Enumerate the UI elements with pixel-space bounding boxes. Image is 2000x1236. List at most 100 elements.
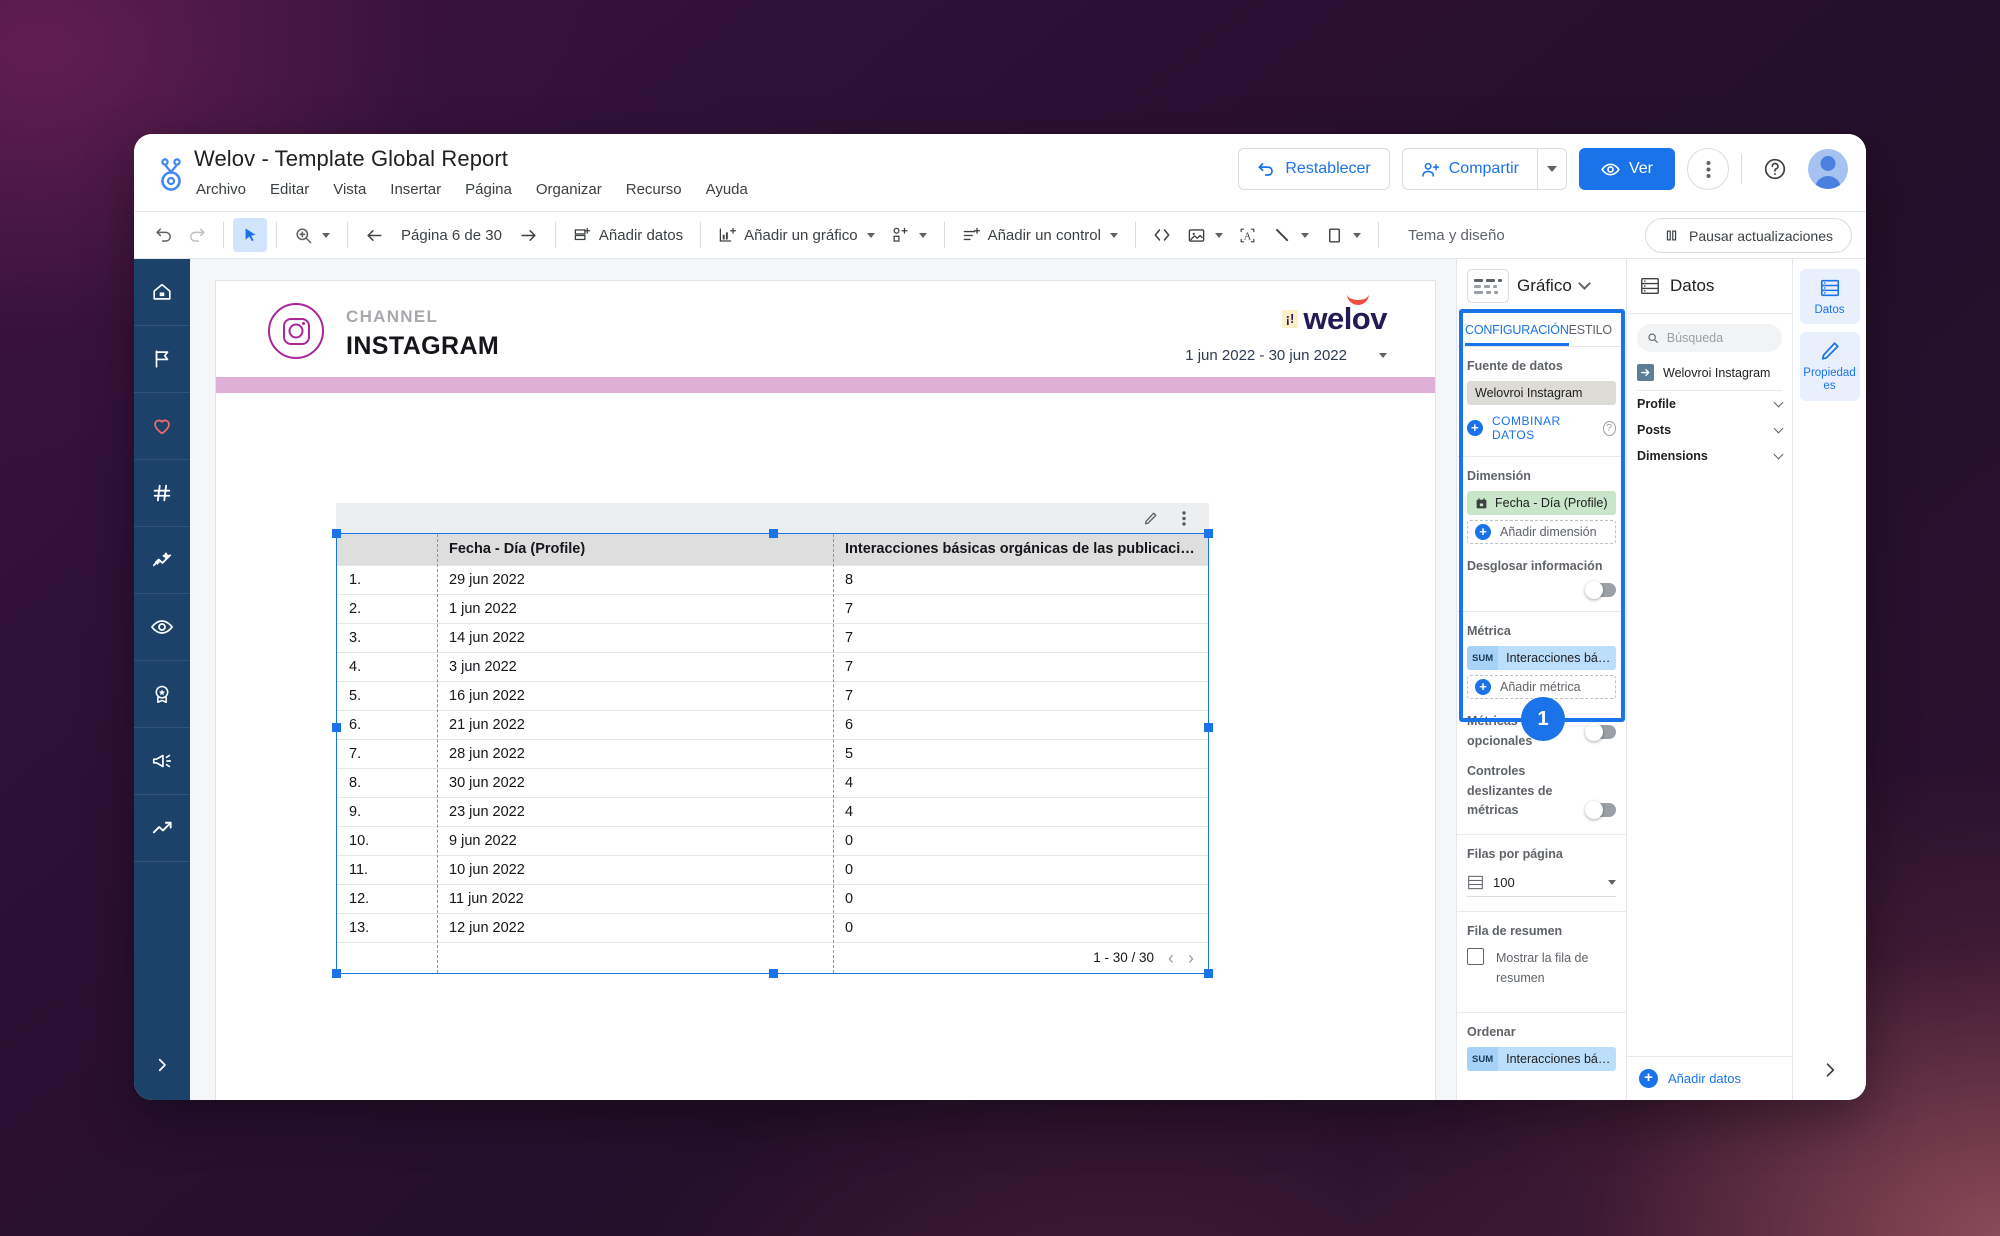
menu-item-pagina[interactable]: Página [463, 180, 514, 199]
document-title[interactable]: Welov - Template Global Report [194, 146, 508, 172]
blend-data-button[interactable]: + COMBINAR DATOS ? [1467, 414, 1616, 442]
avatar[interactable] [1808, 149, 1848, 189]
column-header-index[interactable] [337, 534, 437, 566]
table-row[interactable]: 5. 16 jun 2022 7 [337, 681, 1208, 711]
add-component-button[interactable] [883, 218, 935, 252]
reset-button[interactable]: Restablecer [1238, 148, 1390, 190]
column-header-dimension[interactable]: Fecha - Día (Profile) [437, 534, 833, 566]
search-input[interactable] [1666, 331, 1772, 345]
right-rail-item-propiedades[interactable]: Propiedades [1799, 332, 1860, 401]
field-group-dimensions[interactable]: Dimensions [1637, 443, 1784, 469]
dimension-chip[interactable]: Fecha - Día (Profile) [1467, 491, 1616, 515]
zoom-button[interactable] [286, 218, 338, 252]
rail-item-monitoring[interactable] [134, 594, 190, 661]
rail-item-insights[interactable] [134, 527, 190, 594]
expand-rail-button[interactable] [134, 1030, 190, 1100]
undo-button[interactable] [146, 218, 180, 252]
next-page-button[interactable] [512, 218, 546, 252]
field-group-profile[interactable]: Profile [1637, 391, 1784, 417]
menu-item-ayuda[interactable]: Ayuda [704, 180, 750, 199]
rail-item-awards[interactable] [134, 661, 190, 728]
table-row[interactable]: 11. 10 jun 2022 0 [337, 855, 1208, 885]
add-chart-button[interactable]: Añadir un gráfico [710, 218, 882, 252]
metric-chip[interactable]: SUM Interacciones bási… [1467, 646, 1616, 671]
data-source-row[interactable]: Welovroi Instagram [1637, 364, 1782, 391]
add-control-button[interactable]: Añadir un control [954, 218, 1126, 252]
share-dropdown-toggle[interactable] [1536, 148, 1567, 190]
widget-menu-button[interactable] [1175, 509, 1193, 527]
menu-item-archivo[interactable]: Archivo [194, 180, 248, 199]
help-circle-icon[interactable]: ? [1602, 420, 1616, 436]
drilldown-toggle[interactable] [1585, 581, 1616, 600]
resize-handle-bc[interactable] [769, 968, 778, 978]
table-row[interactable]: 10. 9 jun 2022 0 [337, 826, 1208, 856]
rail-item-trends[interactable] [134, 795, 190, 862]
rows-per-page-select[interactable]: 100 [1467, 869, 1616, 898]
rail-item-favorites[interactable] [134, 393, 190, 460]
insert-text-button[interactable]: A [1231, 218, 1265, 252]
field-group-posts[interactable]: Posts [1637, 417, 1784, 443]
view-button[interactable]: Ver [1578, 148, 1675, 190]
table-row[interactable]: 6. 21 jun 2022 6 [337, 710, 1208, 740]
help-button[interactable] [1754, 148, 1796, 190]
resize-handle-bl[interactable] [332, 968, 341, 978]
select-tool-button[interactable] [233, 218, 267, 252]
edit-widget-button[interactable] [1141, 509, 1159, 527]
table-row[interactable]: 3. 14 jun 2022 7 [337, 623, 1208, 653]
add-dimension-button[interactable]: + Añadir dimensión [1467, 520, 1616, 544]
sort-chip[interactable]: SUM Interacciones bási… [1467, 1047, 1616, 1072]
rail-item-hashtags[interactable] [134, 460, 190, 527]
redo-button[interactable] [180, 218, 214, 252]
table-chart-icon[interactable] [1467, 269, 1509, 303]
pagination-prev-button[interactable]: ‹ [1168, 949, 1174, 967]
tab-configuracion[interactable]: CONFIGURACIÓN [1465, 313, 1569, 346]
rail-item-home[interactable] [134, 259, 190, 326]
data-source-chip[interactable]: Welovroi Instagram [1467, 381, 1616, 405]
search-field[interactable] [1637, 324, 1782, 352]
optional-metrics-toggle[interactable] [1585, 722, 1616, 741]
menu-item-recurso[interactable]: Recurso [624, 180, 684, 199]
add-data-panel-button[interactable]: + Añadir datos [1627, 1056, 1792, 1100]
tab-estilo[interactable]: ESTILO [1569, 313, 1612, 346]
table-row[interactable]: 1. 29 jun 2022 8 [337, 565, 1208, 595]
resize-handle-br[interactable] [1204, 968, 1213, 978]
table-row[interactable]: 13. 12 jun 2022 0 [337, 913, 1208, 943]
insert-line-button[interactable] [1265, 218, 1317, 252]
insert-image-button[interactable] [1179, 218, 1231, 252]
table-row[interactable]: 7. 28 jun 2022 5 [337, 739, 1208, 769]
table-row[interactable]: 12. 11 jun 2022 0 [337, 884, 1208, 914]
summary-row-checkbox[interactable] [1467, 948, 1484, 966]
menu-item-editar[interactable]: Editar [268, 180, 311, 199]
menu-item-insertar[interactable]: Insertar [388, 180, 443, 199]
chevron-down-icon[interactable] [1577, 277, 1591, 290]
insert-shape-button[interactable] [1317, 218, 1369, 252]
previous-page-button[interactable] [357, 218, 391, 252]
date-range-control[interactable]: 1 jun 2022 - 30 jun 2022 [1185, 347, 1387, 364]
resize-handle-mr[interactable] [1204, 723, 1213, 732]
column-header-metric[interactable]: Interacciones básicas orgánicas de las p… [833, 534, 1208, 566]
table-row[interactable]: 8. 30 jun 2022 4 [337, 768, 1208, 798]
add-data-button[interactable]: Añadir datos [565, 218, 691, 252]
table-row[interactable]: 2. 1 jun 2022 7 [337, 594, 1208, 624]
rail-item-flag[interactable] [134, 326, 190, 393]
resize-handle-tc[interactable] [769, 529, 778, 538]
embed-code-button[interactable] [1145, 218, 1179, 252]
share-button[interactable]: Compartir [1401, 148, 1537, 190]
resize-handle-tl[interactable] [332, 529, 341, 538]
theme-and-layout-button[interactable]: Tema y diseño [1400, 218, 1513, 252]
table-widget[interactable]: Fecha - Día (Profile) Interacciones bási… [332, 503, 1213, 978]
more-options-button[interactable] [1687, 148, 1729, 190]
table-row[interactable]: 9. 23 jun 2022 4 [337, 797, 1208, 827]
page-indicator[interactable]: Página 6 de 30 [397, 227, 506, 244]
right-rail-item-datos[interactable]: Datos [1799, 269, 1860, 325]
report-canvas[interactable]: CHANNEL INSTAGRAM ¡! welov 1 jun 2022 - … [190, 259, 1456, 1100]
table-row[interactable]: 4. 3 jun 2022 7 [337, 652, 1208, 682]
menu-item-vista[interactable]: Vista [331, 180, 368, 199]
rail-item-campaigns[interactable] [134, 728, 190, 795]
pause-updates-button[interactable]: Pausar actualizaciones [1645, 218, 1852, 253]
collapse-right-panel-button[interactable] [1793, 1050, 1866, 1090]
resize-handle-ml[interactable] [332, 723, 341, 732]
pagination-next-button[interactable]: › [1188, 949, 1194, 967]
add-metric-button[interactable]: + Añadir métrica [1467, 675, 1616, 700]
menu-item-organizar[interactable]: Organizar [534, 180, 604, 199]
